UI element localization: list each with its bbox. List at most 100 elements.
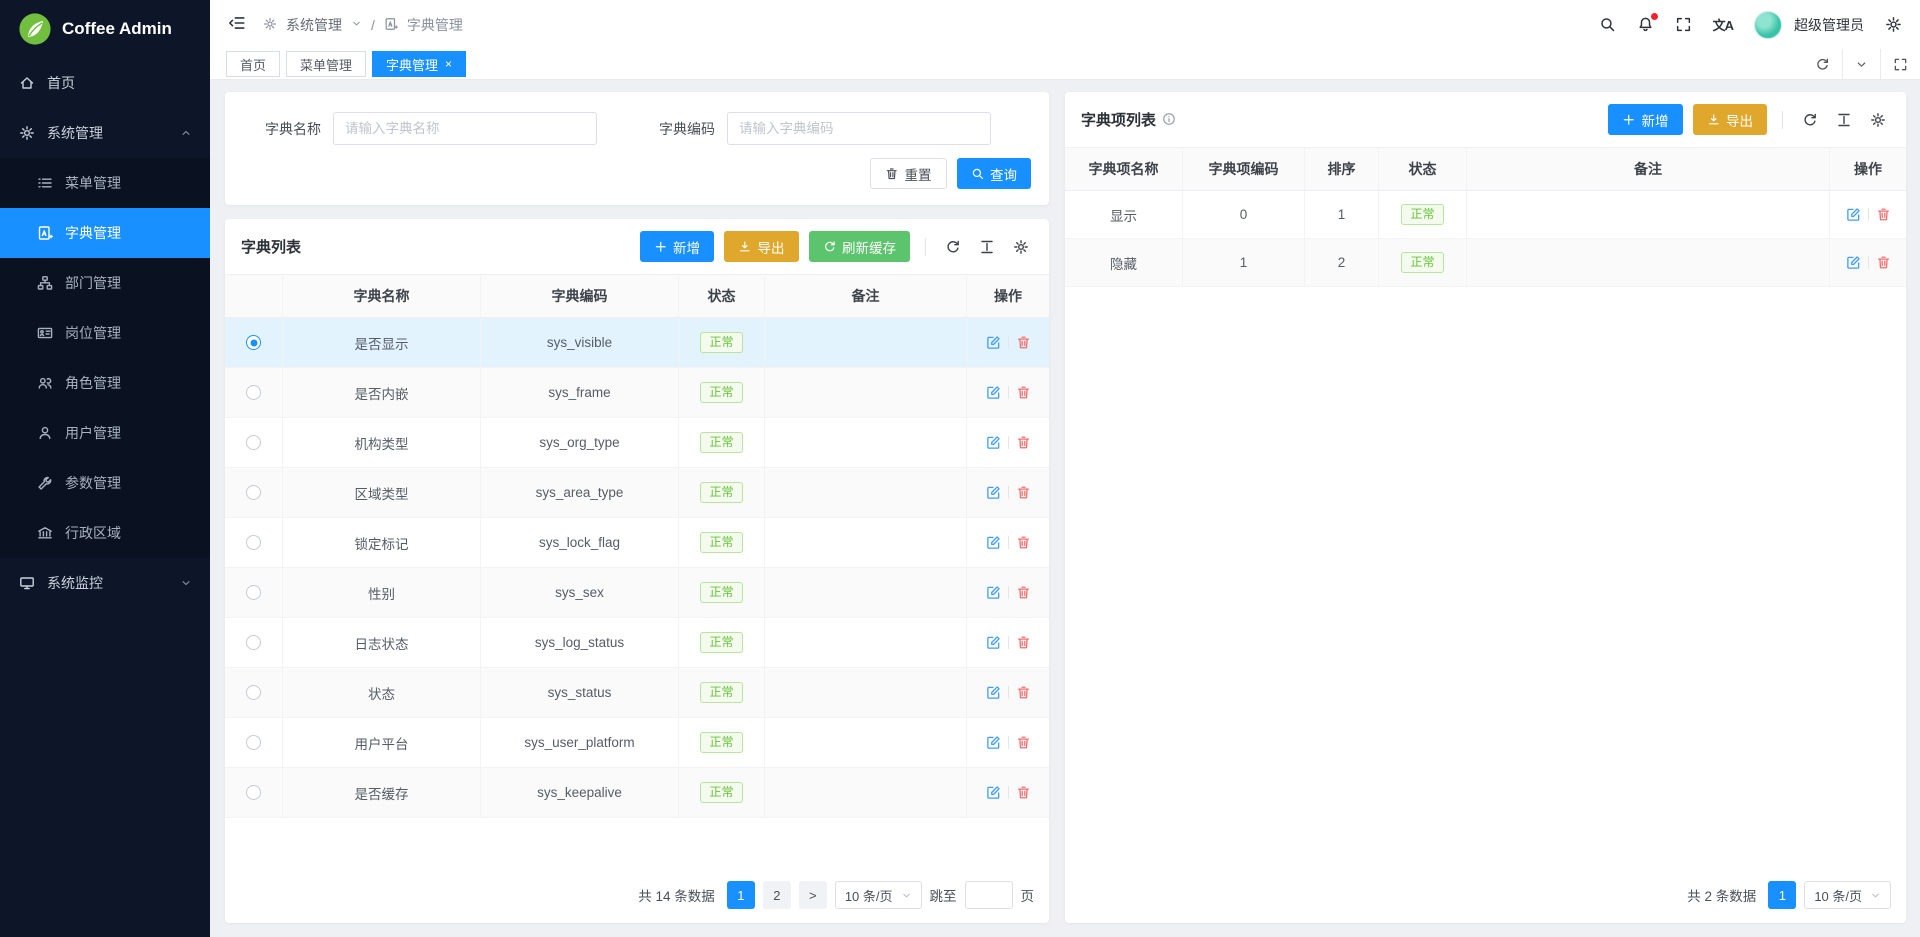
page-button-2[interactable]: 2 [763, 881, 791, 909]
sidebar-item-monitor[interactable]: 系统监控 [0, 558, 210, 608]
table-row[interactable]: 锁定标记 sys_lock_flag 正常 [225, 518, 1049, 568]
add-button[interactable]: 新增 [1608, 104, 1683, 135]
page-button-1[interactable]: 1 [727, 881, 755, 909]
table-row[interactable]: 是否显示 sys_visible 正常 [225, 318, 1049, 368]
edit-icon[interactable] [986, 635, 1001, 650]
sidebar-item-role-mgmt[interactable]: 角色管理 [0, 358, 210, 408]
query-button[interactable]: 查询 [957, 158, 1032, 189]
delete-icon[interactable] [1016, 485, 1031, 500]
row-density-icon[interactable] [975, 239, 999, 255]
table-row[interactable]: 用户平台 sys_user_platform 正常 [225, 718, 1049, 768]
reset-button[interactable]: 重置 [870, 158, 947, 189]
refresh-icon[interactable] [1798, 112, 1822, 128]
delete-icon[interactable] [1016, 385, 1031, 400]
tab-dict-mgmt[interactable]: 字典管理 × [372, 51, 466, 77]
sidebar-item-user-mgmt[interactable]: 用户管理 [0, 408, 210, 458]
refresh-cache-label: 刷新缓存 [842, 237, 896, 257]
tab-home[interactable]: 首页 [226, 51, 280, 77]
settings-gear-icon[interactable] [1885, 16, 1902, 33]
table-row[interactable]: 是否缓存 sys_keepalive 正常 [225, 768, 1049, 818]
radio-button[interactable] [246, 685, 261, 700]
breadcrumb-parent[interactable]: 系统管理 [286, 15, 342, 35]
search-icon[interactable] [1599, 16, 1616, 33]
edit-icon[interactable] [986, 585, 1001, 600]
sidebar-item-post-mgmt[interactable]: 岗位管理 [0, 308, 210, 358]
edit-icon[interactable] [986, 435, 1001, 450]
delete-icon[interactable] [1016, 785, 1031, 800]
column-header: 字典名称 [283, 275, 481, 317]
sidebar-item-param-mgmt[interactable]: 参数管理 [0, 458, 210, 508]
export-button[interactable]: 导出 [724, 231, 799, 262]
app-logo[interactable]: Coffee Admin [0, 0, 210, 58]
table-row[interactable]: 日志状态 sys_log_status 正常 [225, 618, 1049, 668]
table-row[interactable]: 是否内嵌 sys_frame 正常 [225, 368, 1049, 418]
edit-icon[interactable] [986, 335, 1001, 350]
sidebar-item-system[interactable]: 系统管理 [0, 108, 210, 158]
table-row[interactable]: 状态 sys_status 正常 [225, 668, 1049, 718]
delete-icon[interactable] [1016, 685, 1031, 700]
delete-icon[interactable] [1016, 435, 1031, 450]
radio-button[interactable] [246, 485, 261, 500]
close-icon[interactable]: × [445, 57, 452, 71]
delete-icon[interactable] [1016, 635, 1031, 650]
page-size-select[interactable]: 10 条/页 [835, 881, 922, 909]
edit-icon[interactable] [986, 535, 1001, 550]
radio-button[interactable] [246, 785, 261, 800]
delete-icon[interactable] [1876, 207, 1891, 222]
translate-icon[interactable]: 文A [1713, 15, 1733, 34]
page-size-select[interactable]: 10 条/页 [1804, 881, 1891, 909]
jump-page-input[interactable] [965, 881, 1013, 909]
table-row[interactable]: 隐藏 1 2 正常 [1065, 239, 1906, 287]
notification-bell-icon[interactable] [1637, 16, 1654, 33]
export-button[interactable]: 导出 [1693, 104, 1768, 135]
delete-icon[interactable] [1876, 255, 1891, 270]
radio-button[interactable] [246, 335, 261, 350]
info-icon[interactable] [1162, 112, 1176, 128]
sidebar-item-dict-mgmt[interactable]: 字典管理 [0, 208, 210, 258]
radio-button[interactable] [246, 435, 261, 450]
sidebar-item-admin-region[interactable]: 行政区域 [0, 508, 210, 558]
status-badge: 正常 [700, 382, 742, 403]
next-page-button[interactable]: > [799, 881, 827, 909]
sidebar-item-menu-mgmt[interactable]: 菜单管理 [0, 158, 210, 208]
edit-icon[interactable] [986, 785, 1001, 800]
refresh-cache-button[interactable]: 刷新缓存 [809, 231, 911, 262]
table-row[interactable]: 区域类型 sys_area_type 正常 [225, 468, 1049, 518]
add-button[interactable]: 新增 [640, 231, 715, 262]
delete-icon[interactable] [1016, 585, 1031, 600]
refresh-icon[interactable] [1803, 49, 1842, 79]
table-settings-gear-icon[interactable] [1009, 239, 1033, 255]
radio-button[interactable] [246, 735, 261, 750]
dict-name-input[interactable] [333, 112, 597, 145]
edit-icon[interactable] [1846, 207, 1861, 222]
page-button-1[interactable]: 1 [1768, 881, 1796, 909]
avatar[interactable] [1754, 11, 1782, 39]
radio-button[interactable] [246, 535, 261, 550]
collapse-menu-icon[interactable] [228, 14, 246, 35]
user-name[interactable]: 超级管理员 [1794, 15, 1864, 35]
radio-button[interactable] [246, 385, 261, 400]
edit-icon[interactable] [986, 485, 1001, 500]
delete-icon[interactable] [1016, 735, 1031, 750]
maximize-icon[interactable] [1881, 49, 1920, 79]
radio-button[interactable] [246, 635, 261, 650]
edit-icon[interactable] [986, 385, 1001, 400]
dict-code-input[interactable] [727, 112, 991, 145]
table-row[interactable]: 显示 0 1 正常 [1065, 191, 1906, 239]
edit-icon[interactable] [986, 685, 1001, 700]
tab-menu-mgmt[interactable]: 菜单管理 [286, 51, 366, 77]
row-density-icon[interactable] [1832, 112, 1856, 128]
edit-icon[interactable] [986, 735, 1001, 750]
radio-button[interactable] [246, 585, 261, 600]
fullscreen-icon[interactable] [1675, 16, 1692, 33]
sidebar-item-dept-mgmt[interactable]: 部门管理 [0, 258, 210, 308]
edit-icon[interactable] [1846, 255, 1861, 270]
sidebar-item-home[interactable]: 首页 [0, 58, 210, 108]
table-row[interactable]: 性别 sys_sex 正常 [225, 568, 1049, 618]
table-row[interactable]: 机构类型 sys_org_type 正常 [225, 418, 1049, 468]
chevron-down-icon[interactable] [1843, 49, 1880, 79]
delete-icon[interactable] [1016, 535, 1031, 550]
refresh-icon[interactable] [941, 239, 965, 255]
delete-icon[interactable] [1016, 335, 1031, 350]
table-settings-gear-icon[interactable] [1866, 112, 1890, 128]
